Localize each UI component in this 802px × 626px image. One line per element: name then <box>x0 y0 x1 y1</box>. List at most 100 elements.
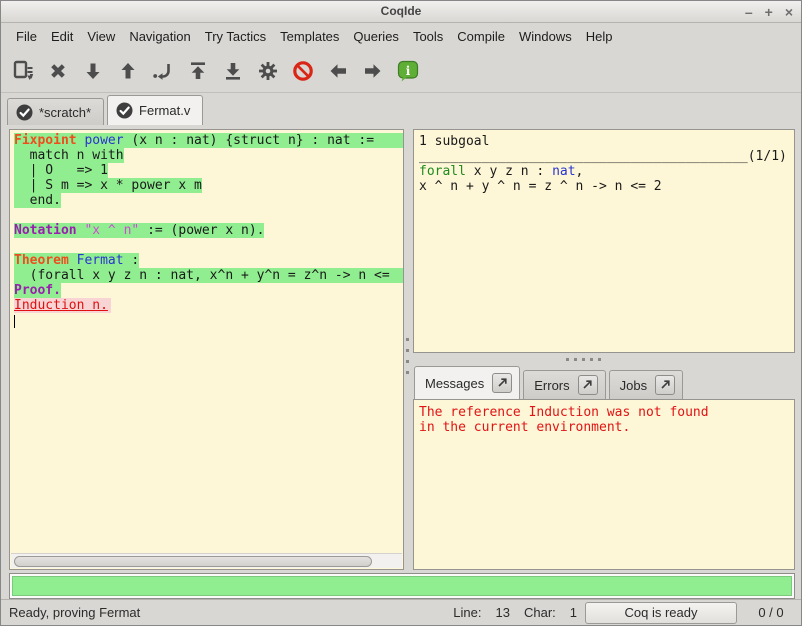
detach-messages-button[interactable] <box>492 373 512 393</box>
goals-pane[interactable]: 1 subgoal_______________________________… <box>413 129 795 353</box>
tab-scratch[interactable]: *scratch* <box>7 98 104 125</box>
menu-file[interactable]: File <box>9 25 44 48</box>
goto-cursor-button[interactable] <box>151 59 175 83</box>
message-line: in the current environment. <box>419 420 794 435</box>
menu-navigation[interactable]: Navigation <box>122 25 197 48</box>
scrollbar-thumb[interactable] <box>14 556 372 567</box>
code-line <box>14 208 403 223</box>
status-position: Line: 13 Char: 1 Coq is ready 0 / 0 <box>439 602 791 624</box>
restart-button[interactable] <box>186 59 210 83</box>
tab-fermat-v[interactable]: Fermat.v <box>107 95 203 125</box>
code-line: | S m => x * power x m <box>14 178 403 193</box>
goto-cursor-icon <box>151 59 175 83</box>
save-icon <box>11 59 35 83</box>
detach-arrow-icon <box>497 376 508 391</box>
tab-label: Messages <box>425 376 484 391</box>
menu-help[interactable]: Help <box>579 25 620 48</box>
char-value: 1 <box>570 605 577 620</box>
gear-button[interactable] <box>256 59 280 83</box>
progress-bar-fill <box>12 576 792 596</box>
close-doc-icon <box>46 59 70 83</box>
next-button[interactable] <box>361 59 385 83</box>
message-line: The reference Induction was not found <box>419 405 794 420</box>
coqide-window: CoqIde – + × FileEditViewNavigationTry T… <box>0 0 802 626</box>
run-to-end-icon <box>221 59 245 83</box>
close-doc-button[interactable] <box>46 59 70 83</box>
code-line: match n with <box>14 148 403 163</box>
jobs-count: 0 / 0 <box>751 605 791 620</box>
detach-jobs-button[interactable] <box>655 375 675 395</box>
text-cursor <box>14 315 15 328</box>
vertical-splitter[interactable] <box>404 338 411 374</box>
run-to-end-button[interactable] <box>221 59 245 83</box>
save-button[interactable] <box>11 59 35 83</box>
code-line: ________________________________________… <box>419 149 794 164</box>
window-controls: – + × <box>745 1 793 23</box>
detach-errors-button[interactable] <box>578 375 598 395</box>
statusbar: Ready, proving Fermat Line: 13 Char: 1 C… <box>1 599 801 625</box>
menu-windows[interactable]: Windows <box>512 25 579 48</box>
code-line: Proof. <box>14 283 403 298</box>
char-label: Char: <box>524 605 556 620</box>
step-back-icon <box>116 59 140 83</box>
detach-arrow-icon <box>660 378 671 393</box>
restart-icon <box>186 59 210 83</box>
status-message: Ready, proving Fermat <box>1 605 439 620</box>
gear-icon <box>256 59 280 83</box>
menu-edit[interactable]: Edit <box>44 25 80 48</box>
titlebar[interactable]: CoqIde – + × <box>1 1 801 23</box>
code-line: Induction n. <box>14 298 403 313</box>
menu-queries[interactable]: Queries <box>346 25 406 48</box>
menu-templates[interactable]: Templates <box>273 25 346 48</box>
tab-label: Errors <box>534 378 569 393</box>
coq-status-button[interactable]: Coq is ready <box>585 602 737 624</box>
menu-try-tactics[interactable]: Try Tactics <box>198 25 273 48</box>
menubar: FileEditViewNavigationTry TacticsTemplat… <box>1 23 801 49</box>
script-editor[interactable]: Fixpoint power (x n : nat) {struct n} : … <box>10 130 403 328</box>
check-icon <box>116 102 133 119</box>
messages-view: The reference Induction was not foundin … <box>414 400 794 435</box>
tab-jobs[interactable]: Jobs <box>609 370 683 399</box>
code-line: x ^ n + y ^ n = z ^ n -> n <= 2 <box>419 179 794 194</box>
code-line: | O => 1 <box>14 163 403 178</box>
script-editor-pane[interactable]: Fixpoint power (x n : nat) {struct n} : … <box>9 129 404 570</box>
line-label: Line: <box>453 605 481 620</box>
about-icon: i <box>396 59 420 83</box>
prev-button[interactable] <box>326 59 350 83</box>
messages-pane[interactable]: The reference Induction was not foundin … <box>413 399 795 570</box>
horizontal-splitter[interactable] <box>566 356 601 362</box>
step-forward-button[interactable] <box>81 59 105 83</box>
about-button[interactable]: i <box>396 59 420 83</box>
interrupt-button[interactable] <box>291 59 315 83</box>
code-line: end. <box>14 193 403 208</box>
tab-label: Jobs <box>620 378 647 393</box>
minimize-icon[interactable]: – <box>745 1 753 23</box>
menu-view[interactable]: View <box>80 25 122 48</box>
step-back-button[interactable] <box>116 59 140 83</box>
code-line <box>14 313 403 328</box>
editor-tabbar: *scratch* Fermat.v <box>1 94 801 125</box>
step-forward-icon <box>81 59 105 83</box>
next-icon <box>361 59 385 83</box>
line-value: 13 <box>496 605 510 620</box>
code-line <box>14 238 403 253</box>
code-line: Theorem Fermat : <box>14 253 403 268</box>
code-line: forall x y z n : nat, <box>419 164 794 179</box>
tab-label: *scratch* <box>39 105 91 120</box>
code-line: Notation "x ^ n" := (power x n). <box>14 223 403 238</box>
code-line: (forall x y z n : nat, x^n + y^n = z^n -… <box>14 268 403 283</box>
check-icon <box>16 104 33 121</box>
toolbar: i <box>1 49 801 93</box>
progress-bar <box>9 573 795 599</box>
code-line: Fixpoint power (x n : nat) {struct n} : … <box>14 133 403 148</box>
close-icon[interactable]: × <box>785 1 793 23</box>
menu-compile[interactable]: Compile <box>450 25 512 48</box>
editor-horizontal-scrollbar[interactable] <box>11 553 402 568</box>
window-title: CoqIde <box>1 1 801 22</box>
menu-tools[interactable]: Tools <box>406 25 450 48</box>
tab-messages[interactable]: Messages <box>414 366 520 399</box>
goals-view: 1 subgoal_______________________________… <box>414 130 794 194</box>
maximize-icon[interactable]: + <box>765 1 773 23</box>
tab-errors[interactable]: Errors <box>523 370 605 399</box>
prev-icon <box>326 59 350 83</box>
